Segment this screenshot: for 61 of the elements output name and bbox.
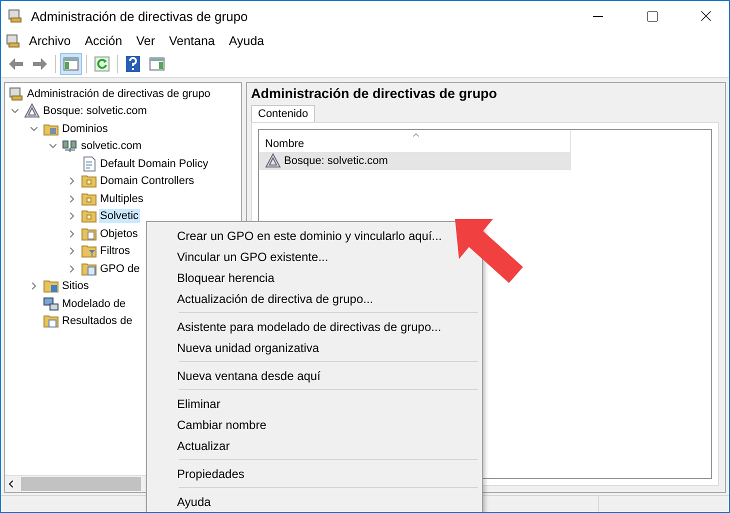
column-header[interactable]: Nombre xyxy=(265,138,304,150)
back-arrow-icon xyxy=(8,57,24,71)
menu-item[interactable]: Ayuda xyxy=(222,34,270,48)
network-icon xyxy=(62,138,78,154)
computer-icon xyxy=(43,296,59,312)
menu-option[interactable]: Actualizar xyxy=(149,435,230,456)
refresh-icon xyxy=(94,56,110,72)
menu-option[interactable]: Nueva ventana desde aquí xyxy=(149,365,320,386)
menu-option[interactable]: Actualización de directiva de grupo... xyxy=(149,288,374,309)
tree-item[interactable]: Modelado de xyxy=(61,296,127,311)
folder-icon xyxy=(81,226,97,242)
menu-option[interactable]: Crear un GPO en este dominio y vincularlo aquí... xyxy=(149,225,442,246)
triangle-icon xyxy=(265,153,281,169)
window-title: Administración de directivas de grupo xyxy=(31,8,249,24)
menu-item[interactable]: Ventana xyxy=(162,34,221,48)
menu-item[interactable]: Acción xyxy=(78,34,128,48)
folder-icon xyxy=(81,190,97,207)
action-pane-icon xyxy=(149,57,165,71)
folder-icon xyxy=(81,173,97,190)
tree-item[interactable]: Solvetic xyxy=(99,209,140,224)
tree-item[interactable]: GPO de xyxy=(99,262,141,276)
tree-item[interactable]: Default Domain Policy xyxy=(99,156,210,171)
tree-item[interactable]: Domain Controllers xyxy=(99,174,196,188)
list-item-text: Bosque: solvetic.com xyxy=(284,155,388,167)
forward-arrow-icon xyxy=(32,57,48,71)
folder-icon xyxy=(43,278,59,294)
menu-item[interactable]: Archivo xyxy=(23,34,77,48)
panel-heading: Administración de directivas de grupo xyxy=(251,86,498,101)
help-icon xyxy=(126,56,140,72)
tree-item[interactable]: Multiples xyxy=(99,192,144,206)
tree-item[interactable]: Sitios xyxy=(61,279,90,294)
document-icon xyxy=(81,156,97,172)
tree-item[interactable]: Bosque: solvetic.com xyxy=(42,104,148,118)
console-icon xyxy=(5,33,21,49)
tab[interactable]: Contenido xyxy=(251,105,316,122)
console-icon xyxy=(7,8,23,24)
menu-option[interactable]: Cambiar nombre xyxy=(149,414,266,435)
folder-icon xyxy=(43,313,59,330)
tree-item[interactable]: Objetos xyxy=(99,226,139,241)
menu-option[interactable]: Bloquear herencia xyxy=(149,267,274,288)
menu-option[interactable]: Nueva unidad organizativa xyxy=(149,337,320,358)
maximize-icon xyxy=(646,10,658,22)
list-row[interactable]: Bosque: solvetic.com xyxy=(259,152,571,170)
tree-pane-icon xyxy=(63,57,79,71)
menu-option[interactable]: Vincular un GPO existente... xyxy=(149,246,328,267)
folder-icon xyxy=(81,243,97,260)
tree-item[interactable]: Administración de directivas de grupo xyxy=(26,86,212,101)
menu-option[interactable]: Ayuda xyxy=(149,491,211,512)
tree-item[interactable]: Resultados de xyxy=(61,314,134,328)
menu-item[interactable]: Ver xyxy=(130,34,161,48)
tree-item[interactable]: Filtros xyxy=(99,244,131,258)
folder-icon xyxy=(81,260,97,277)
tree-item[interactable]: Dominios xyxy=(61,122,109,136)
menu-option[interactable]: Eliminar xyxy=(149,393,220,414)
triangle-icon xyxy=(24,103,40,120)
menu-option[interactable]: Asistente para modelado de directivas de grupo... xyxy=(149,316,442,337)
folder-icon xyxy=(81,208,97,224)
toolbar-button[interactable] xyxy=(60,53,82,75)
console-icon xyxy=(8,86,24,102)
menu-option[interactable]: Propiedades xyxy=(149,463,244,484)
tree-item[interactable]: solvetic.com xyxy=(80,139,143,154)
